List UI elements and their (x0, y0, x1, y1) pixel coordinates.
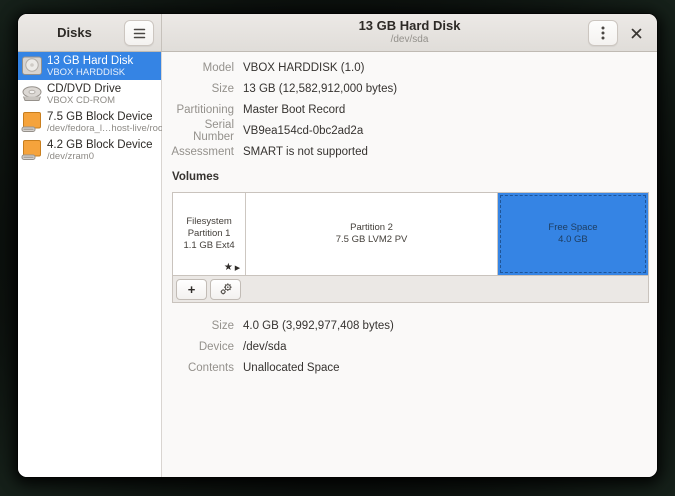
device-name: 7.5 GB Block Device (47, 111, 158, 124)
sidebar-item-text: 4.2 GB Block Device /dev/zram0 (47, 139, 152, 162)
volume-options-button[interactable] (210, 279, 241, 300)
info-row-contents: Contents Unallocated Space (164, 357, 649, 378)
volumes-heading: Volumes (172, 171, 649, 188)
device-name: 4.2 GB Block Device (47, 139, 152, 152)
info-row-serial-number: Serial Number VB9ea154cd-0bc2ad2a (164, 120, 649, 141)
sidebar-item-hard-disk[interactable]: 13 GB Hard Disk VBOX HARDDISK (18, 52, 161, 80)
field-value: VBOX HARDDISK (1.0) (243, 62, 364, 74)
drive-details-pane: Model VBOX HARDDISK (1.0) Size 13 GB (12… (162, 52, 657, 477)
field-value: SMART is not supported (243, 146, 368, 158)
titlebar: Disks 13 GB Hard Disk /dev/sda (18, 14, 657, 52)
sidebar-item-text: 13 GB Hard Disk VBOX HARDDISK (47, 55, 133, 78)
sidebar-item-text: CD/DVD Drive VBOX CD-ROM (47, 83, 121, 106)
field-value: Master Boot Record (243, 104, 345, 116)
sidebar-item-block-device-4-2[interactable]: 4.2 GB Block Device /dev/zram0 (18, 136, 161, 164)
bootable-star-icon: ★ (224, 262, 233, 273)
app-menu-button[interactable] (124, 20, 154, 46)
optical-drive-icon (21, 83, 43, 105)
volume-segment-partition-2[interactable]: Partition 2 7.5 GB LVM2 PV (245, 193, 497, 275)
field-label: Model (164, 62, 234, 74)
main-header: 13 GB Hard Disk /dev/sda (162, 14, 657, 51)
field-label: Size (164, 83, 234, 95)
device-detail: /dev/fedora_l…host-live/root (47, 124, 158, 134)
sidebar-header: Disks (18, 14, 162, 51)
volumes-toolbar: + (172, 276, 649, 303)
create-partition-button[interactable]: + (176, 279, 207, 300)
volume-segment-free-space[interactable]: Free Space 4.0 GB (497, 193, 648, 275)
disks-window: Disks 13 GB Hard Disk /dev/sda (18, 14, 657, 477)
device-sidebar: 13 GB Hard Disk VBOX HARDDISK CD/DVD Dri… (18, 52, 162, 477)
device-name: CD/DVD Drive (47, 83, 121, 96)
field-label: Contents (164, 362, 234, 374)
field-value: VB9ea154cd-0bc2ad2a (243, 125, 363, 137)
mounted-play-icon: ▶ (235, 264, 240, 272)
selected-volume-info: Size 4.0 GB (3,992,977,408 bytes) Device… (164, 315, 649, 378)
gears-icon (219, 282, 233, 296)
hamburger-icon (133, 28, 146, 39)
device-detail: VBOX CD-ROM (47, 96, 121, 106)
device-detail: VBOX HARDDISK (47, 68, 133, 78)
field-value: /dev/sda (243, 341, 286, 353)
info-row-model: Model VBOX HARDDISK (1.0) (164, 57, 649, 78)
segment-flags: ★ ▶ (224, 262, 240, 273)
field-value: 4.0 GB (3,992,977,408 bytes) (243, 320, 394, 332)
device-name: 13 GB Hard Disk (47, 55, 133, 68)
volumes-grid: Filesystem Partition 1 1.1 GB Ext4 ★ ▶ P… (172, 192, 649, 276)
close-icon (631, 28, 642, 39)
field-value: Unallocated Space (243, 362, 340, 374)
segment-label: Free Space 4.0 GB (548, 222, 597, 246)
drive-subtitle: /dev/sda (162, 34, 657, 46)
field-label: Serial Number (164, 119, 234, 143)
info-row-partitioning: Partitioning Master Boot Record (164, 99, 649, 120)
field-label: Partitioning (164, 104, 234, 116)
sidebar-item-block-device-7-5[interactable]: 7.5 GB Block Device /dev/fedora_l…host-l… (18, 108, 161, 136)
window-title-block: 13 GB Hard Disk /dev/sda (162, 18, 657, 46)
window-body: 13 GB Hard Disk VBOX HARDDISK CD/DVD Dri… (18, 52, 657, 477)
volume-segment-partition-1[interactable]: Filesystem Partition 1 1.1 GB Ext4 ★ ▶ (173, 193, 245, 275)
field-value: 13 GB (12,582,912,000 bytes) (243, 83, 397, 95)
field-label: Size (164, 320, 234, 332)
drive-options-button[interactable] (588, 20, 618, 46)
sidebar-item-text: 7.5 GB Block Device /dev/fedora_l…host-l… (47, 111, 158, 134)
close-button[interactable] (624, 22, 648, 44)
plus-icon: + (188, 283, 196, 296)
field-label: Device (164, 341, 234, 353)
block-device-icon (21, 139, 43, 161)
hard-disk-icon (21, 55, 43, 77)
info-row-assessment: Assessment SMART is not supported (164, 141, 649, 162)
drive-title: 13 GB Hard Disk (162, 18, 657, 34)
device-detail: /dev/zram0 (47, 152, 152, 162)
sidebar-item-cd-dvd[interactable]: CD/DVD Drive VBOX CD-ROM (18, 80, 161, 108)
kebab-menu-icon (601, 26, 605, 40)
segment-label: Filesystem Partition 1 1.1 GB Ext4 (183, 216, 234, 252)
info-row-size: Size 13 GB (12,582,912,000 bytes) (164, 78, 649, 99)
block-device-icon (21, 111, 43, 133)
field-label: Assessment (164, 146, 234, 158)
app-title: Disks (32, 25, 117, 40)
info-row-device: Device /dev/sda (164, 336, 649, 357)
segment-label: Partition 2 7.5 GB LVM2 PV (336, 222, 408, 246)
info-row-volume-size: Size 4.0 GB (3,992,977,408 bytes) (164, 315, 649, 336)
